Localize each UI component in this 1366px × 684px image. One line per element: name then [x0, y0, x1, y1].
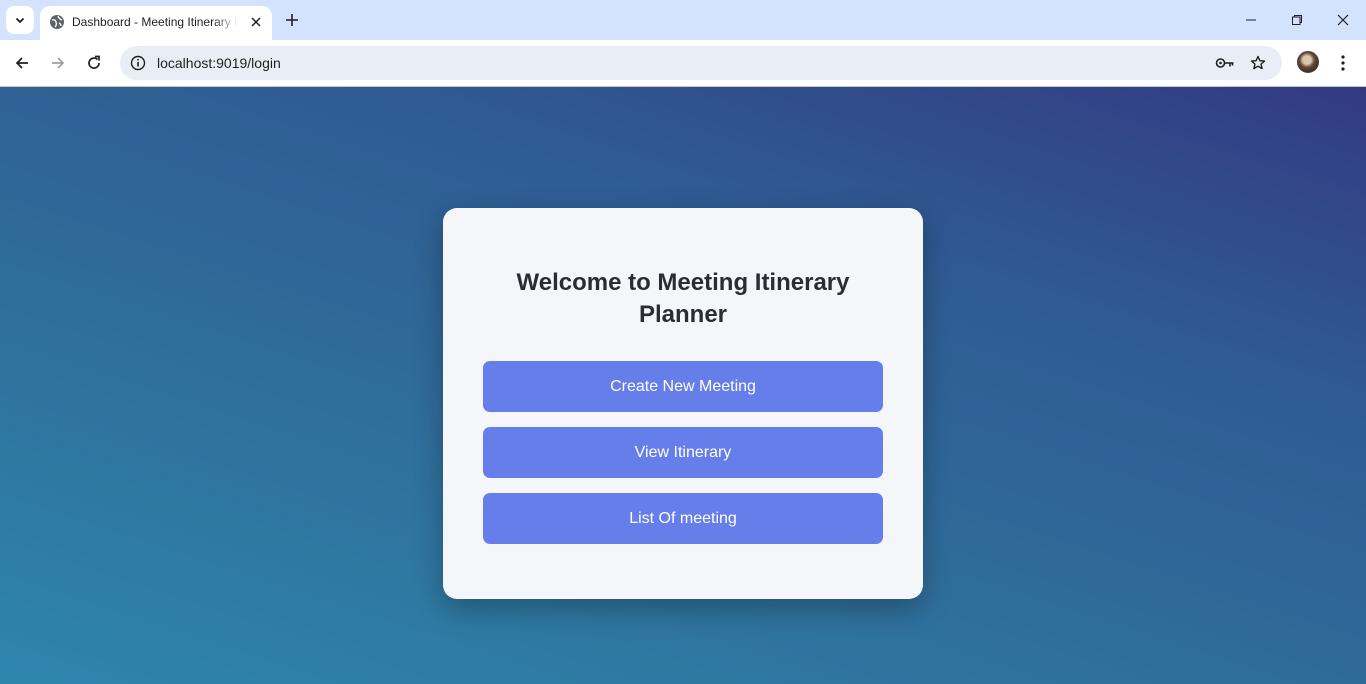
new-tab-button[interactable] — [280, 8, 304, 32]
browser-tab[interactable]: Dashboard - Meeting Itinerary Planner — [40, 6, 272, 40]
minimize-icon — [1246, 19, 1256, 21]
dashboard-card: Welcome to Meeting Itinerary Planner Cre… — [443, 208, 923, 599]
url-text[interactable]: localhost:9019/login — [157, 55, 281, 71]
create-new-meeting-button[interactable]: Create New Meeting — [483, 361, 883, 412]
view-itinerary-button[interactable]: View Itinerary — [483, 427, 883, 478]
plus-icon — [286, 14, 298, 26]
browser-toolbar: localhost:9019/login — [0, 40, 1366, 87]
restore-button[interactable] — [1274, 0, 1320, 40]
restore-icon — [1292, 15, 1302, 25]
chevron-down-icon — [15, 17, 25, 24]
arrow-right-icon — [52, 57, 65, 69]
info-icon[interactable] — [128, 53, 148, 73]
browser-menu-button[interactable] — [1331, 50, 1355, 76]
page-background: Welcome to Meeting Itinerary Planner Cre… — [0, 87, 1366, 684]
arrow-left-icon — [15, 57, 28, 69]
forward-button[interactable] — [43, 48, 73, 78]
reload-icon — [88, 55, 100, 69]
close-window-button[interactable] — [1320, 0, 1366, 40]
address-bar[interactable]: localhost:9019/login — [120, 46, 1282, 80]
close-icon — [1337, 14, 1349, 26]
tab-strip: Dashboard - Meeting Itinerary Planner — [0, 0, 1366, 40]
tab-search-button[interactable] — [6, 6, 34, 34]
profile-avatar[interactable] — [1297, 51, 1319, 73]
minimize-button[interactable] — [1228, 0, 1274, 40]
globe-icon — [50, 15, 64, 29]
list-of-meeting-button[interactable]: List Of meeting — [483, 493, 883, 544]
back-button[interactable] — [7, 48, 37, 78]
close-icon[interactable] — [248, 14, 264, 30]
reload-button[interactable] — [79, 48, 109, 78]
star-icon[interactable] — [1247, 53, 1269, 73]
page-title: Welcome to Meeting Itinerary Planner — [516, 269, 850, 328]
tab-title: Dashboard - Meeting Itinerary Planner — [72, 15, 238, 29]
kebab-menu-icon — [1341, 55, 1345, 71]
key-icon[interactable] — [1214, 53, 1236, 73]
